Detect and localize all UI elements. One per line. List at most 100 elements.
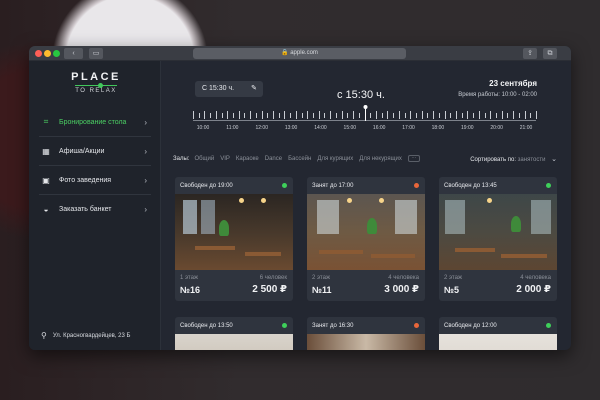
logo-subtitle: TO RELAX: [75, 88, 117, 94]
filter-smoking[interactable]: Для курящих: [317, 156, 353, 162]
card-header: Свободен до 13:45: [439, 177, 557, 194]
photo-lamp: [379, 198, 384, 203]
time-slider-tick: [370, 113, 372, 118]
time-slider-tick: [318, 111, 320, 119]
filter-karaoke[interactable]: Караоке: [236, 156, 259, 162]
card-header: Занят до 16:30: [307, 317, 425, 334]
logo-title: PLACE: [71, 71, 121, 83]
main-content: С 15:30 ч. ✎ с 15:30 ч. 23 сентября Врем…: [162, 61, 571, 350]
sidebar-item-events[interactable]: ▦ Афиша/Акции ›: [39, 141, 159, 161]
card-header: Свободен до 12:00: [439, 317, 557, 334]
filter-general[interactable]: Общий: [194, 156, 214, 162]
time-slider-tick: [341, 111, 343, 119]
card-seats: 6 человек: [259, 275, 287, 281]
status-free-dot: [546, 323, 551, 328]
time-slider-tick: [324, 113, 326, 118]
filter-pool[interactable]: Бассейн: [288, 156, 311, 162]
time-slider[interactable]: 10:00 11:00 12:00 13:00 14:00 15:00 16:00 17:00…: [193, 105, 537, 133]
time-slider-tick: [455, 111, 457, 119]
table-photo: [307, 194, 425, 270]
url-text: apple.com: [290, 50, 318, 56]
filter-vip[interactable]: VIP: [220, 156, 230, 162]
card-status: Занят до 16:30: [312, 323, 354, 329]
sort-label: Сортировать по:: [470, 157, 516, 163]
back-button[interactable]: ‹: [64, 48, 83, 59]
share-button[interactable]: ⇪: [523, 48, 537, 59]
address[interactable]: ⚲ Ул. Красногвардейцев, 23 Б: [41, 331, 130, 340]
time-slider-tick: [518, 113, 520, 118]
time-slider-tick: [227, 111, 229, 119]
table-card[interactable]: Свободен до 13:50: [175, 317, 293, 350]
card-price: 2 500 ₽: [252, 284, 287, 295]
time-input-value: С 15:30 ч.: [202, 85, 235, 92]
time-slider-tick: [530, 113, 532, 118]
minimize-window-button[interactable]: [44, 50, 51, 57]
time-slider-tick: [255, 113, 257, 118]
time-slider-tick: [444, 111, 446, 119]
selected-time-title: с 15:30 ч.: [337, 89, 385, 101]
photo-window: [201, 200, 215, 234]
close-window-button[interactable]: [35, 50, 42, 57]
time-slider-tick: [250, 111, 252, 119]
time-slider-label: 13:00: [284, 125, 298, 131]
table-card[interactable]: Занят до 16:30: [307, 317, 425, 350]
more-filters-button[interactable]: ···: [407, 155, 420, 162]
hall-filters: Залы: Общий VIP Караоке Dance Бассейн Дл…: [173, 155, 420, 162]
table-card[interactable]: Занят до 17:00 2 этаж 4 человека №11 3 0…: [307, 177, 425, 301]
sort-dropdown[interactable]: Сортировать по: занятости ⌄: [470, 155, 557, 163]
sidebar-item-label: Фото заведения: [59, 176, 112, 184]
time-slider-tick: [490, 111, 492, 119]
time-slider-tick: [478, 111, 480, 119]
photo-lamp: [347, 198, 352, 203]
card-status: Занят до 17:00: [312, 183, 354, 189]
logo[interactable]: PLACE TO RELAX: [69, 71, 123, 94]
tabs-button[interactable]: ⧉: [543, 48, 557, 59]
time-slider-handle-dot[interactable]: [363, 105, 367, 109]
time-slider-tick: [381, 113, 383, 118]
logo-dot: [98, 83, 103, 88]
working-hours: Время работы: 10:00 - 02:00: [458, 92, 537, 98]
maximize-window-button[interactable]: [53, 50, 60, 57]
time-input[interactable]: С 15:30 ч. ✎: [195, 81, 263, 97]
card-status: Свободен до 13:50: [180, 323, 233, 329]
sidebar-item-booking[interactable]: ⌗ Бронирование стола ›: [39, 112, 159, 132]
sidebar-toggle-button[interactable]: ▭: [89, 48, 103, 59]
chevron-right-icon: ›: [144, 175, 147, 185]
table-card[interactable]: Свободен до 12:00: [439, 317, 557, 350]
time-slider-tick: [290, 113, 292, 118]
photo-window: [395, 200, 417, 234]
time-slider-tick: [524, 111, 526, 119]
time-slider-tick: [507, 113, 509, 118]
table-card[interactable]: Свободен до 13:45 2 этаж 4 человека №5 2…: [439, 177, 557, 301]
time-slider-label: 11:00: [226, 125, 239, 131]
chevron-down-icon: ⌄: [551, 156, 557, 163]
card-table-number: №16: [180, 285, 201, 295]
table-card[interactable]: Свободен до 19:00 1 этаж 6 человек №16 2…: [175, 177, 293, 301]
card-footer: 2 этаж 4 человека №11 3 000 ₽: [307, 270, 425, 300]
time-slider-tick: [513, 111, 515, 119]
filter-non-smoking[interactable]: Для некурящих: [359, 156, 402, 162]
card-price: 3 000 ₽: [384, 284, 419, 295]
status-free-dot: [546, 183, 551, 188]
time-slider-tick: [347, 113, 349, 118]
sidebar-item-photos[interactable]: ▣ Фото заведения ›: [39, 170, 159, 190]
photo-table: [319, 250, 363, 254]
sidebar-item-banquet[interactable]: ◒ Заказать банкет ›: [39, 199, 159, 219]
photo-lamp: [239, 198, 244, 203]
time-slider-handle[interactable]: [364, 107, 366, 121]
table-photo: [439, 334, 557, 350]
time-slider-label: 15:00: [343, 125, 357, 131]
filter-dance[interactable]: Dance: [265, 156, 282, 162]
chevron-right-icon: ›: [144, 146, 147, 156]
photo-table: [455, 248, 495, 252]
card-header: Свободен до 19:00: [175, 177, 293, 194]
time-slider-tick: [375, 111, 377, 119]
sidebar-item-label: Афиша/Акции: [59, 147, 105, 155]
time-slider-tick: [467, 111, 469, 119]
browser-titlebar: ‹ ▭ 🔒 apple.com ⇪ ⧉: [29, 46, 571, 61]
time-slider-tick: [421, 111, 423, 119]
time-slider-tick: [267, 113, 269, 118]
address-bar[interactable]: 🔒 apple.com: [193, 48, 406, 59]
location-pin-icon: ⚲: [41, 331, 47, 340]
pencil-icon[interactable]: ✎: [251, 81, 257, 97]
